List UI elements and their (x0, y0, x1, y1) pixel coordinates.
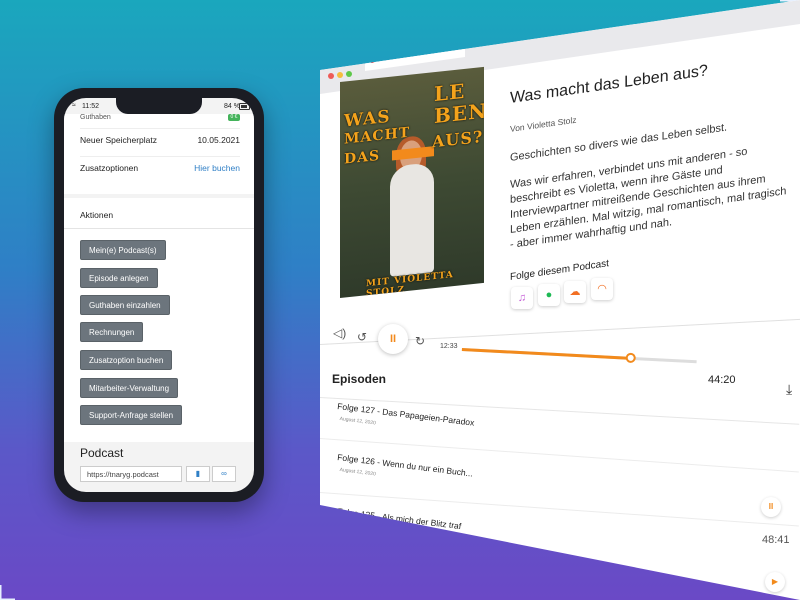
close-tab-icon[interactable]: × (455, 41, 460, 52)
podcast-url-row: https://tnaryg.podcast ▮ ∞ (80, 466, 250, 486)
volume-icon[interactable]: ◁) (333, 326, 346, 340)
options-row: Zusatzoptionen Hier buchen (80, 156, 240, 179)
forward-icon[interactable]: ↻ (415, 334, 425, 348)
account-card: Guthaben 0 € Neuer Speicherplatz 10.05.2… (64, 114, 254, 194)
phone-mockup: ≈ 11:52 84 % Guthaben 0 € Neuer Speicher… (54, 88, 264, 502)
episode-pause-button[interactable]: II (761, 497, 781, 517)
favicon-icon (369, 55, 376, 64)
current-time: 12:33 (440, 343, 458, 350)
download-icon[interactable]: ⤓ (786, 381, 792, 398)
divider (320, 492, 799, 527)
deposit-credit-button[interactable]: Guthaben einzahlen (80, 295, 170, 315)
pause-button[interactable]: II (378, 324, 408, 354)
new-tab-icon[interactable]: + (471, 33, 478, 47)
podcast-author: Von Violetta Stolz (510, 114, 577, 134)
podcast-url-field[interactable]: https://tnaryg.podcast (80, 466, 182, 482)
guthaben-row: Guthaben 0 € (80, 114, 250, 121)
episode-title[interactable]: Folge 125 - Als mich der Blitz traf (337, 506, 462, 531)
podcast-heading: Podcast (80, 446, 124, 460)
guthaben-badge: 0 € (228, 114, 240, 121)
invoices-button[interactable]: Rechnungen (80, 322, 144, 342)
my-podcasts-button[interactable]: Mein(e) Podcast(s) (80, 240, 166, 260)
rss-icon[interactable]: ◠ (591, 278, 613, 300)
podcast-title: Was macht das Leben aus? (510, 62, 708, 107)
staff-management-button[interactable]: Mitarbeiter-Verwaltung (80, 378, 179, 398)
total-time: 44:20 (708, 374, 736, 386)
episode-date: August 12, 2020 (339, 467, 377, 478)
minimize-window-dot[interactable] (337, 72, 343, 78)
browser-window: Meine Podcasts » Podcast-Da × + WAS MACH… (320, 0, 800, 600)
podcast-cover: WAS MACHT DAS LE BEN AUS? MIT VIOLETTA S… (340, 66, 484, 298)
episode-play-button[interactable]: ▶ (765, 572, 785, 592)
maximize-window-dot[interactable] (346, 71, 352, 77)
copy-icon[interactable]: ▮ (186, 466, 210, 482)
actions-title: Aktionen (80, 210, 114, 220)
cover-word: DAS (344, 147, 381, 168)
episode-duration: 48:41 (762, 534, 790, 546)
episode-date: August 12, 2020 (339, 416, 377, 427)
guthaben-label: Guthaben (80, 114, 111, 121)
storage-label: Neuer Speicherplatz (80, 135, 158, 145)
progress-handle[interactable] (625, 352, 637, 364)
options-label: Zusatzoptionen (80, 163, 139, 173)
phone-notch (116, 98, 202, 114)
book-option-button[interactable]: Zusatzoption buchen (80, 350, 173, 370)
cover-figure-body (390, 162, 434, 277)
actions-card: Aktionen Mein(e) Podcast(s) Episode anle… (64, 198, 254, 442)
progress-bar[interactable] (461, 348, 697, 364)
storage-row: Neuer Speicherplatz 10.05.2021 (80, 128, 240, 151)
cover-word: AUS? (432, 126, 484, 152)
episodes-heading: Episoden (332, 372, 387, 386)
close-window-dot[interactable] (328, 73, 334, 79)
progress-fill (461, 348, 631, 360)
phone-screen: ≈ 11:52 84 % Guthaben 0 € Neuer Speicher… (64, 98, 254, 492)
create-episode-button[interactable]: Episode anlegen (80, 268, 158, 288)
rewind-icon[interactable]: ↺ (357, 330, 367, 344)
status-time: 11:52 (82, 103, 99, 110)
browser-page: Meine Podcasts » Podcast-Da × + WAS MACH… (320, 0, 800, 600)
book-options-link[interactable]: Hier buchen (194, 157, 240, 179)
link-icon[interactable]: ∞ (212, 466, 236, 482)
battery-icon (239, 103, 250, 110)
apple-podcasts-icon[interactable]: ♫ (511, 287, 533, 309)
cover-word: BEN (434, 98, 484, 129)
support-request-button[interactable]: Support-Anfrage stellen (80, 405, 183, 425)
status-battery-text: 84 % (224, 103, 240, 110)
storage-date: 10.05.2021 (197, 135, 240, 145)
soundcloud-icon[interactable]: ☁ (564, 281, 586, 303)
divider (64, 228, 254, 229)
wifi-icon: ≈ (72, 102, 76, 109)
spotify-icon[interactable]: ● (538, 284, 560, 306)
